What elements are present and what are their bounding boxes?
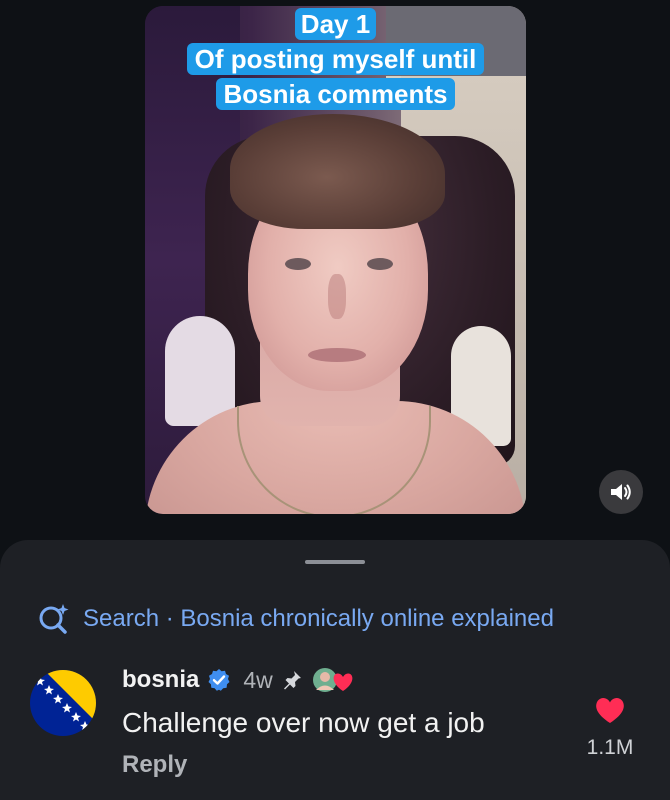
pin-icon: [283, 671, 301, 690]
person-nose: [328, 274, 346, 319]
search-prefix: Search: [83, 605, 160, 632]
person-mouth: [308, 348, 366, 362]
like-control[interactable]: 1.1M: [580, 695, 640, 760]
volume-button[interactable]: [599, 470, 643, 514]
caption-line-2: Bosnia comments: [215, 78, 456, 110]
bosnia-flag-icon: [30, 670, 96, 736]
comment-username[interactable]: bosnia: [122, 666, 199, 694]
sheet-drag-handle[interactable]: [305, 560, 365, 564]
video-player[interactable]: Day 1 Of posting myself until Bosnia com…: [145, 6, 526, 514]
speaker-sound-icon: [611, 484, 631, 500]
verified-badge-icon: [208, 669, 230, 691]
comments-sheet: Search · Bosnia chronically online expla…: [0, 540, 670, 800]
search-sparkle-icon: [39, 604, 69, 634]
person-eye-left: [285, 258, 311, 270]
comment-time: 4w: [243, 666, 273, 693]
related-search-link[interactable]: Search · Bosnia chronically online expla…: [37, 602, 554, 636]
comment-item: bosnia 4w Challenge over now get a job R…: [30, 665, 650, 795]
person-eye-right: [367, 258, 393, 270]
person-hair: [230, 114, 445, 229]
heart-icon: [596, 697, 624, 723]
video-caption: Day 1 Of posting myself until Bosnia com…: [145, 8, 526, 115]
comment-text: Challenge over now get a job: [122, 707, 485, 738]
caption-line-1: Of posting myself until: [186, 43, 485, 75]
caption-day: Day 1: [294, 8, 377, 40]
reply-button[interactable]: Reply: [122, 751, 485, 779]
comment-body: bosnia 4w Challenge over now get a job R…: [122, 665, 485, 779]
chair-wing-left: [165, 316, 235, 426]
search-query: Bosnia chronically online explained: [180, 605, 554, 632]
search-separator: ·: [159, 605, 181, 632]
creator-heart-avatar-icon: [312, 668, 353, 692]
avatar[interactable]: [30, 670, 96, 736]
comment-header: bosnia 4w: [122, 665, 485, 695]
like-count: 1.1M: [586, 736, 634, 759]
